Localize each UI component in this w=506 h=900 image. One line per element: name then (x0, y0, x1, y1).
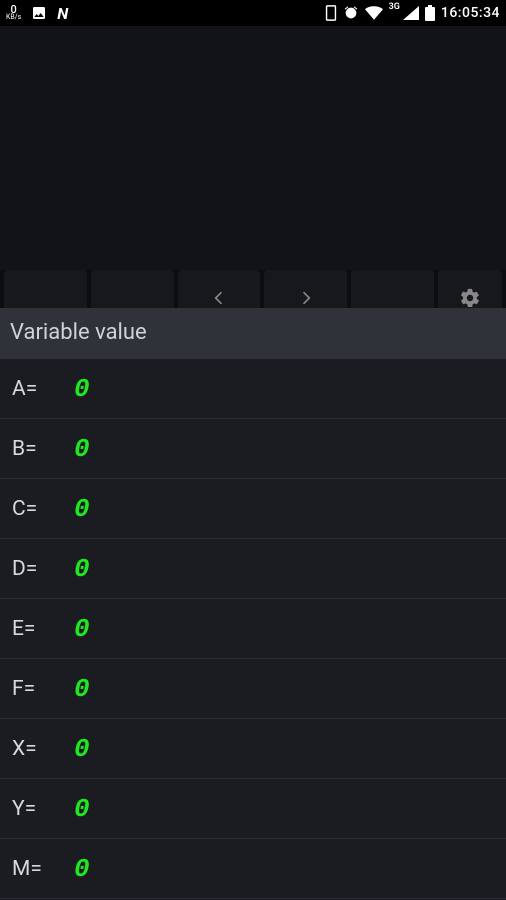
kbps-label: KB/s (6, 15, 21, 21)
variable-value: 0 (74, 494, 90, 524)
portrait-lock-icon (325, 5, 337, 21)
variable-row[interactable]: X= 0 (0, 719, 506, 779)
status-left: 0 KB/s N (6, 4, 68, 23)
clock: 16:05:34 (441, 5, 500, 21)
variable-value: 0 (74, 434, 90, 464)
picture-icon (31, 5, 47, 21)
network-speed-indicator: 0 KB/s (6, 6, 21, 20)
variable-value: 0 (74, 734, 90, 764)
variable-row[interactable]: E= 0 (0, 599, 506, 659)
variable-name: D= (12, 557, 68, 581)
variable-name: B= (12, 437, 68, 461)
variable-name: A= (12, 377, 68, 401)
variable-name: X= (12, 737, 68, 761)
wifi-icon (365, 6, 383, 20)
variable-panel: Variable value A= 0 B= 0 C= 0 D= 0 E= 0 … (0, 308, 506, 900)
variable-row[interactable]: D= 0 (0, 539, 506, 599)
variable-row[interactable]: B= 0 (0, 419, 506, 479)
panel-title: Variable value (0, 308, 506, 359)
variable-value: 0 (74, 794, 90, 824)
variable-name: Y= (12, 797, 68, 821)
cell-signal-icon (403, 6, 419, 20)
status-bar: 0 KB/s N 3G 16:05:34 (0, 0, 506, 26)
variable-name: F= (12, 677, 68, 701)
variable-row[interactable]: Y= 0 (0, 779, 506, 839)
variable-name: E= (12, 617, 68, 641)
variable-name: M= (12, 857, 68, 881)
network-type-label: 3G (389, 2, 400, 12)
variable-row[interactable]: F= 0 (0, 659, 506, 719)
variable-value: 0 (74, 854, 90, 884)
status-right: 3G 16:05:34 (325, 5, 500, 21)
variable-value: 0 (74, 374, 90, 404)
variable-row[interactable]: A= 0 (0, 359, 506, 419)
battery-icon (425, 5, 435, 21)
variable-name: C= (12, 497, 68, 521)
variable-value: 0 (74, 614, 90, 644)
variable-row[interactable]: C= 0 (0, 479, 506, 539)
variable-row[interactable]: M= 0 (0, 839, 506, 899)
n-icon: N (57, 4, 68, 23)
variable-value: 0 (74, 674, 90, 704)
variable-list: A= 0 B= 0 C= 0 D= 0 E= 0 F= 0 X= 0 Y= 0 (0, 359, 506, 900)
variable-value: 0 (74, 554, 90, 584)
calculator-display (0, 26, 506, 270)
alarm-icon (343, 5, 359, 21)
